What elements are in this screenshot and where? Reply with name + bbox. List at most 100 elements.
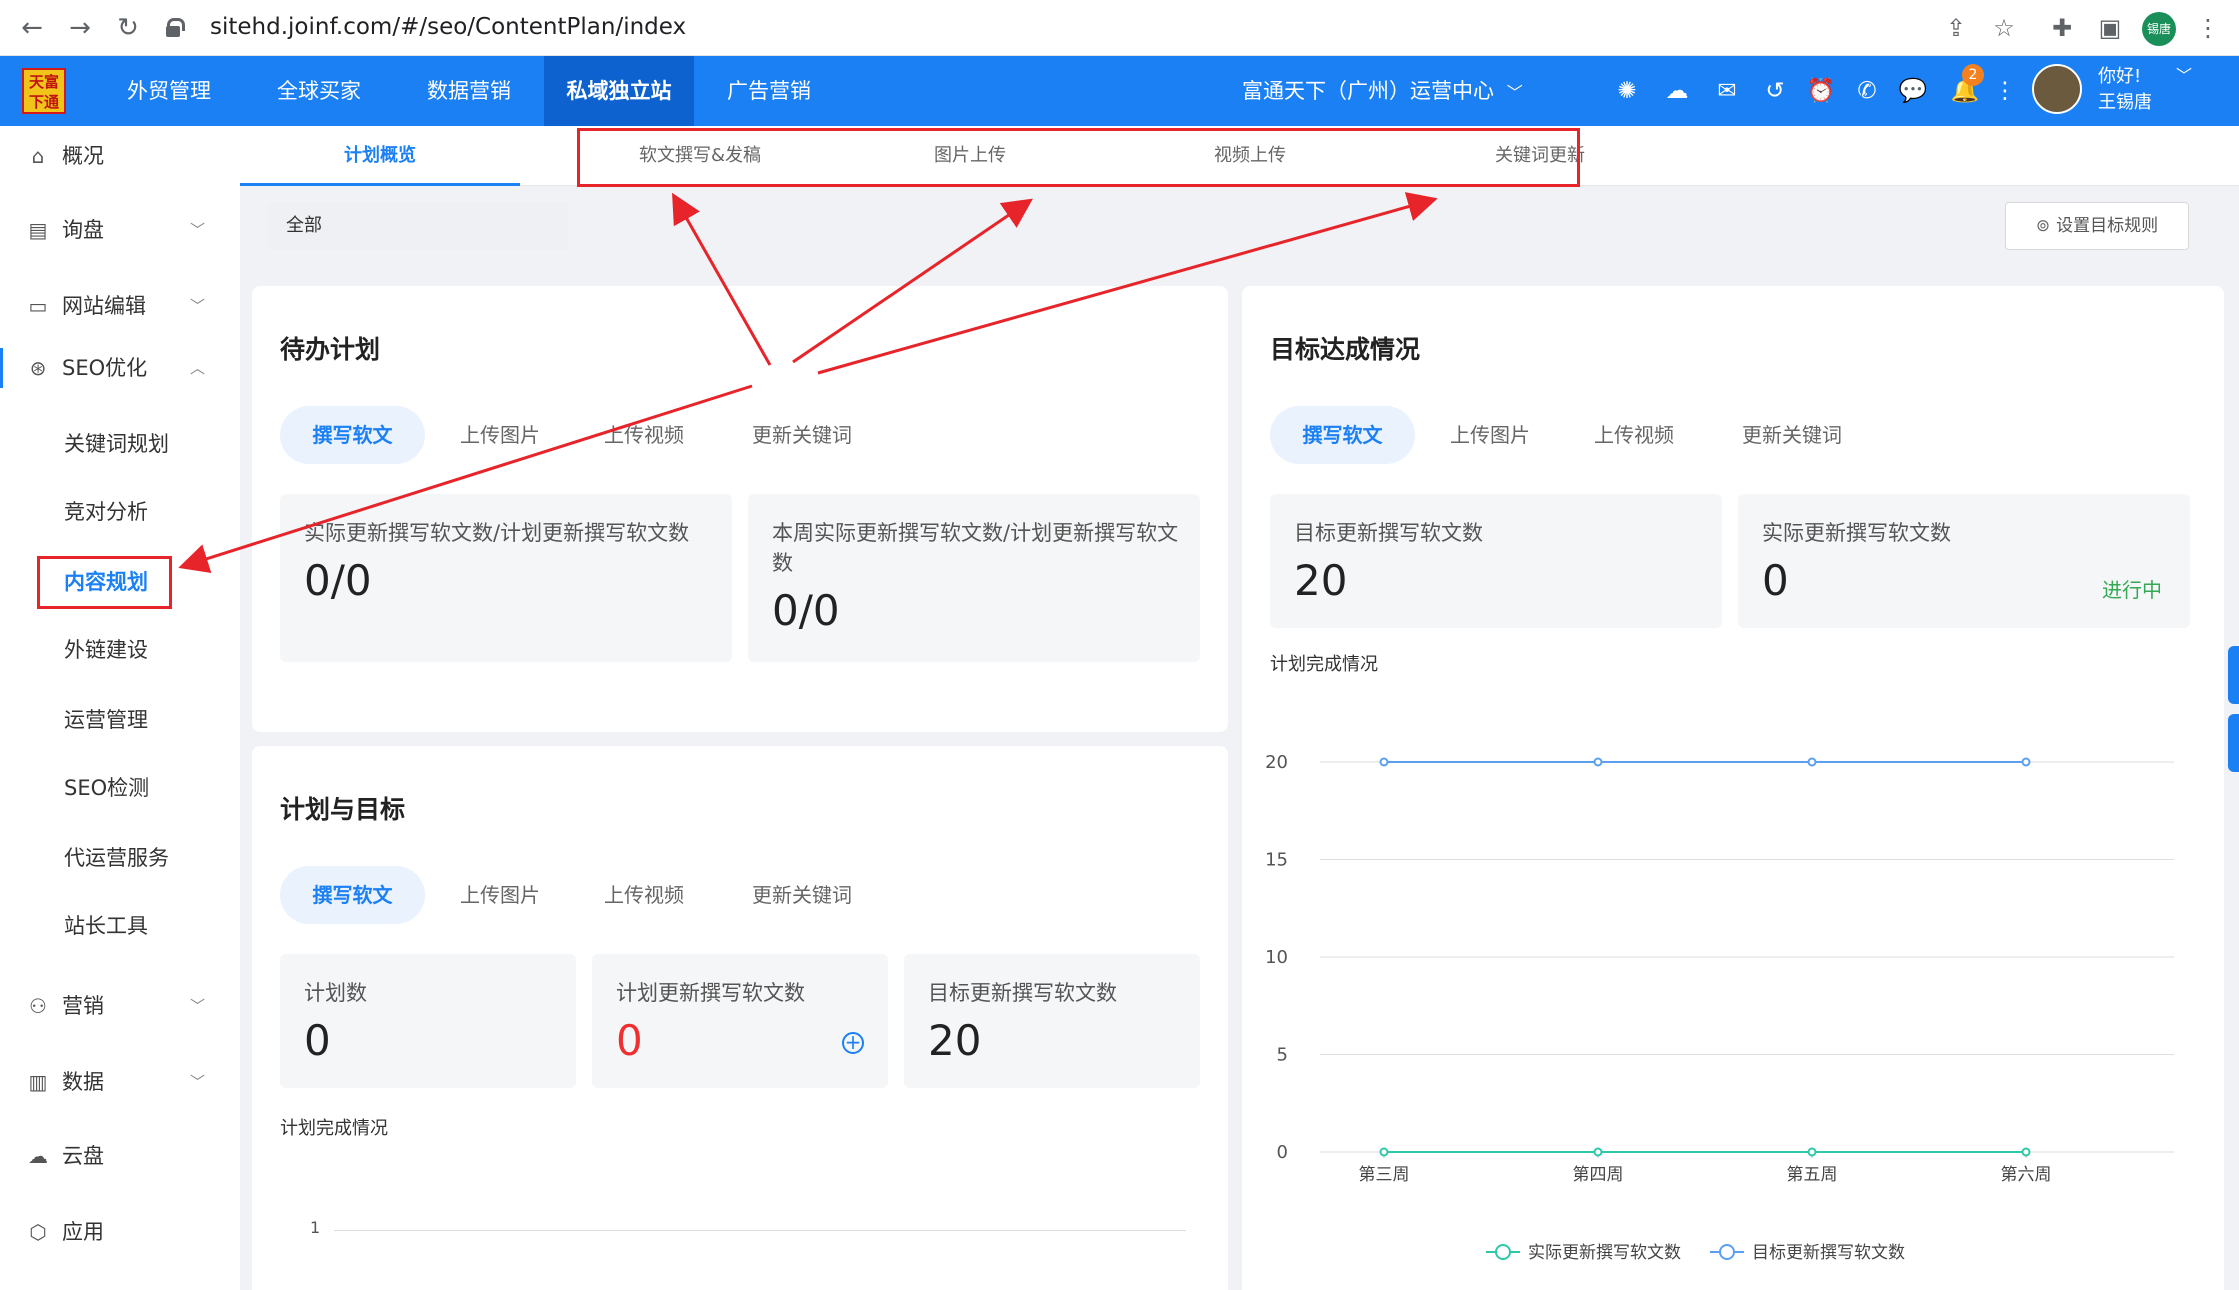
pending-plan-card: 待办计划 撰写软文 上传图片 上传视频 更新关键词 实际更新撰写软文数/计划更新… bbox=[252, 286, 1228, 732]
sidebar-item-apps[interactable]: ⬡ 应用 bbox=[0, 1212, 240, 1252]
nav-foreign-trade[interactable]: 外贸管理 bbox=[110, 56, 228, 126]
sidebar-item-label: 询盘 bbox=[62, 218, 104, 242]
sidebar-sub-webmaster-tools[interactable]: 站长工具 bbox=[64, 906, 148, 946]
nav-private-site[interactable]: 私域独立站 bbox=[544, 56, 694, 126]
sidebar-item-seo[interactable]: ⊛ SEO优化 ︿ bbox=[0, 348, 240, 388]
stat-label: 本周实际更新撰写软文数/计划更新撰写软文数 bbox=[772, 521, 1179, 575]
stat-value: 0/0 bbox=[772, 586, 840, 635]
set-target-rule-button[interactable]: ⊚ 设置目标规则 bbox=[2005, 202, 2189, 250]
hexagon-icon: ⬡ bbox=[29, 1220, 47, 1244]
sidebar-item-site-editor[interactable]: ▭ 网站编辑 ﹀ bbox=[0, 286, 240, 326]
extensions-icon[interactable]: ✚ bbox=[2044, 10, 2080, 46]
bar-chart-icon: ▥ bbox=[28, 1070, 48, 1094]
set-target-rule-label: 设置目标规则 bbox=[2056, 216, 2159, 236]
chart-legend-label: 目标更新撰写软文数 bbox=[1752, 1243, 1905, 1263]
chart-data-point bbox=[1379, 757, 1389, 767]
chevron-down-icon: ﹀ bbox=[1506, 83, 1523, 102]
stat-value: 20 bbox=[928, 1016, 982, 1065]
target-tab-upload-image[interactable]: 上传图片 bbox=[430, 866, 570, 924]
chart-data-point bbox=[2021, 1147, 2031, 1157]
org-selector[interactable]: 富通天下（广州）运营中心 ﹀ bbox=[1242, 56, 1523, 126]
chevron-up-icon: ︿ bbox=[190, 359, 206, 377]
user-avatar[interactable] bbox=[2032, 64, 2082, 114]
sidebar-item-cloud-drive[interactable]: ☁ 云盘 bbox=[0, 1136, 240, 1176]
sidebar-item-overview[interactable]: ⌂ 概况 bbox=[0, 136, 240, 176]
pending-tab-upload-image[interactable]: 上传图片 bbox=[430, 406, 570, 464]
side-panel-icon[interactable]: ▣ bbox=[2092, 10, 2128, 46]
browser-menu-icon[interactable]: ⋮ bbox=[2190, 10, 2226, 46]
openai-icon[interactable]: ✺ bbox=[1612, 76, 1642, 106]
chart-legend-marker bbox=[1719, 1244, 1735, 1260]
cloud-upload-icon[interactable]: ☁ bbox=[1662, 76, 1692, 106]
nav-data-marketing[interactable]: 数据营销 bbox=[410, 56, 528, 126]
clipboard-icon: ▤ bbox=[28, 218, 48, 242]
forward-icon[interactable]: → bbox=[62, 10, 98, 46]
brand-logo[interactable]: 天富下通 bbox=[22, 68, 66, 114]
sidebar-sub-seo-check[interactable]: SEO检测 bbox=[64, 768, 149, 808]
url-text: sitehd.joinf.com/#/seo/ContentPlan/index bbox=[210, 14, 687, 40]
sidebar-item-marketing[interactable]: ⚇ 营销 ﹀ bbox=[0, 986, 240, 1026]
target-tab-upload-video[interactable]: 上传视频 bbox=[574, 866, 714, 924]
nav-ad-marketing[interactable]: 广告营销 bbox=[710, 56, 828, 126]
target-tab-update-keyword[interactable]: 更新关键词 bbox=[722, 866, 882, 924]
bookmark-star-icon[interactable]: ☆ bbox=[1986, 10, 2022, 46]
refresh-arrow-icon[interactable]: ↺ bbox=[1760, 76, 1790, 106]
sidebar-sub-backlinks[interactable]: 外链建设 bbox=[64, 630, 148, 670]
reload-icon[interactable]: ↻ bbox=[110, 10, 146, 46]
chat-icon[interactable]: 💬 bbox=[1898, 76, 1928, 106]
add-plan-icon[interactable]: + bbox=[842, 1032, 864, 1054]
sidebar-sub-competitor[interactable]: 竞对分析 bbox=[64, 492, 148, 532]
settings-circle-icon: ⊚ bbox=[2035, 216, 2051, 236]
plan-chart-gridline bbox=[334, 1230, 1186, 1231]
sidebar-sub-operations[interactable]: 运营管理 bbox=[64, 700, 148, 740]
goal-line-chart: 0 5 10 15 20 第三周 第四周 第五周 第六周实际更新撰写软文数 目标更新撰写软文数 bbox=[1265, 752, 2174, 1263]
more-vertical-icon[interactable]: ⋮ bbox=[1990, 76, 2020, 106]
chart-y-tick-label: 10 bbox=[1265, 947, 1288, 968]
sidebar-item-label: 应用 bbox=[62, 1220, 104, 1244]
right-edge-tab[interactable] bbox=[2228, 714, 2239, 772]
whatsapp-icon[interactable]: ✆ bbox=[1852, 76, 1882, 106]
stat-label: 实际更新撰写软文数/计划更新撰写软文数 bbox=[304, 521, 690, 545]
browser-profile-avatar[interactable]: 锡唐 bbox=[2142, 12, 2176, 46]
org-name: 富通天下（广州）运营中心 bbox=[1242, 79, 1494, 103]
sidebar-sub-managed-service[interactable]: 代运营服务 bbox=[64, 838, 169, 878]
pending-tab-write-article[interactable]: 撰写软文 bbox=[280, 406, 425, 464]
user-greeting[interactable]: 你好! 王锡唐 bbox=[2098, 64, 2152, 116]
share-icon[interactable]: ⇪ bbox=[1938, 10, 1974, 46]
sidebar-item-label: 概况 bbox=[62, 144, 104, 168]
right-edge-tab[interactable] bbox=[2228, 646, 2239, 704]
alarm-icon[interactable]: ⏰ bbox=[1806, 76, 1836, 106]
chart-x-tick-label: 第五周 bbox=[1787, 1165, 1838, 1185]
chart-legend-marker bbox=[1495, 1244, 1511, 1260]
sidebar-item-label: 营销 bbox=[62, 994, 104, 1018]
mail-icon[interactable]: ✉ bbox=[1712, 76, 1742, 106]
sidebar-item-data[interactable]: ▥ 数据 ﹀ bbox=[0, 1062, 240, 1102]
pending-tab-update-keyword[interactable]: 更新关键词 bbox=[722, 406, 882, 464]
stat-label: 计划更新撰写软文数 bbox=[616, 981, 805, 1005]
chevron-down-icon: ﹀ bbox=[190, 997, 206, 1015]
target-tab-write-article[interactable]: 撰写软文 bbox=[280, 866, 425, 924]
plan-filter-select[interactable]: 全部 bbox=[268, 202, 568, 250]
sidebar-item-inquiry[interactable]: ▤ 询盘 ﹀ bbox=[0, 210, 240, 250]
chevron-down-icon: ﹀ bbox=[190, 221, 206, 239]
cloud-icon: ☁ bbox=[28, 1144, 48, 1168]
stat-target-articles: 目标更新撰写软文数 20 bbox=[904, 954, 1200, 1088]
address-bar[interactable]: sitehd.joinf.com/#/seo/ContentPlan/index bbox=[160, 7, 1960, 49]
sidebar: ⌂ 概况 ▤ 询盘 ﹀ ▭ 网站编辑 ﹀ ⊛ SEO优化 ︿ 关键词规划 竞对分… bbox=[0, 126, 240, 1290]
pending-tab-upload-video[interactable]: 上传视频 bbox=[574, 406, 714, 464]
chart-y-tick-label: 20 bbox=[1265, 752, 1288, 773]
back-icon[interactable]: ← bbox=[14, 10, 50, 46]
chart-data-point bbox=[1807, 757, 1817, 767]
monitor-icon: ▭ bbox=[28, 294, 48, 318]
plan-chart-y-tick: 1 bbox=[310, 1218, 321, 1237]
sidebar-item-label: 数据 bbox=[62, 1070, 104, 1094]
sidebar-sub-keyword-plan[interactable]: 关键词规划 bbox=[64, 424, 169, 464]
chart-data-point bbox=[1593, 757, 1603, 767]
pending-stat-actual-vs-plan: 实际更新撰写软文数/计划更新撰写软文数 0/0 bbox=[280, 494, 732, 662]
search-chart-icon: ⊛ bbox=[29, 356, 47, 380]
nav-global-buyers[interactable]: 全球买家 bbox=[260, 56, 378, 126]
stat-label: 目标更新撰写软文数 bbox=[928, 981, 1117, 1005]
user-menu-chevron-icon[interactable]: ﹀ bbox=[2176, 62, 2192, 86]
stat-plan-count: 计划数 0 bbox=[280, 954, 576, 1088]
tab-plan-overview[interactable]: 计划概览 bbox=[240, 126, 520, 186]
